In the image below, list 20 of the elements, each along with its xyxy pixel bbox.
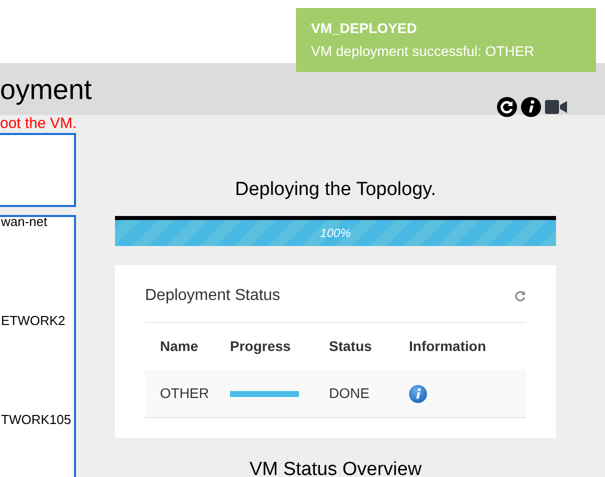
network-label: wan-net: [1, 215, 48, 229]
section-heading: VM Status Overview: [248, 458, 423, 477]
table-cell: DONE: [329, 370, 409, 418]
card-title: Deployment Status: [145, 286, 280, 306]
table-cell: OTHER: [145, 370, 230, 418]
notification-message: VM deployment successful: OTHER: [311, 43, 536, 59]
column-header: Progress: [230, 323, 329, 370]
notification-title: VM_DEPLOYED: [311, 20, 418, 36]
column-header: Information: [409, 323, 526, 370]
deploy-heading: Deploying the Topology.: [234, 178, 438, 202]
refresh-icon[interactable]: [497, 97, 517, 117]
network-label: TWORK105: [1, 413, 72, 427]
page-title: oyment: [0, 73, 92, 107]
progress-reading: 100%: [320, 225, 351, 242]
video-camera-icon[interactable]: [545, 99, 567, 115]
network-label: ETWORK2: [1, 314, 66, 328]
column-header: Name: [145, 323, 230, 370]
info-icon[interactable]: [521, 97, 541, 117]
column-header: Status: [329, 323, 409, 370]
warning-text: oot the VM.: [0, 115, 78, 132]
